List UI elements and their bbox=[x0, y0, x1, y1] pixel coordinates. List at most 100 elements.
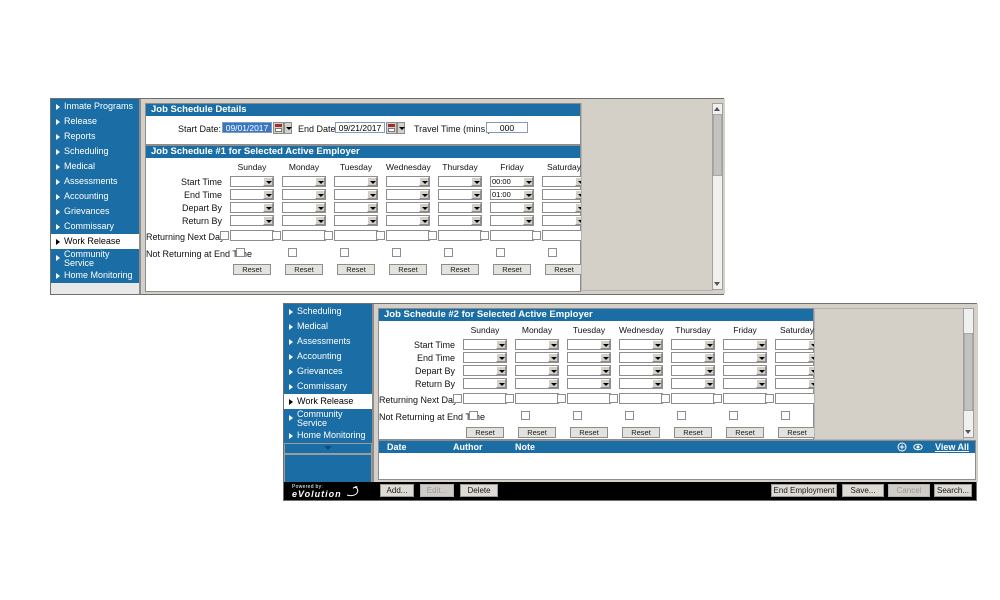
chevron-down-icon[interactable] bbox=[600, 379, 610, 388]
vertical-scrollbar-bottom[interactable] bbox=[963, 308, 974, 438]
sched2-return-by-saturday[interactable] bbox=[775, 378, 819, 389]
sched2-end-time-tuesday[interactable] bbox=[567, 352, 611, 363]
chevron-down-icon[interactable] bbox=[523, 190, 533, 199]
start-date-calendar-icon[interactable] bbox=[273, 122, 284, 134]
sched2-returning-next-day-checkbox-sunday[interactable] bbox=[453, 394, 462, 403]
sched1-end-time-thursday[interactable] bbox=[438, 189, 482, 200]
sched2-start-time-sunday[interactable] bbox=[463, 339, 507, 350]
sched2-reset-button-sunday[interactable]: Reset bbox=[466, 427, 504, 438]
sched2-returning-next-day-input-wednesday[interactable] bbox=[619, 393, 663, 404]
sched1-depart-by-thursday[interactable] bbox=[438, 202, 482, 213]
chevron-down-icon[interactable] bbox=[367, 190, 377, 199]
sched2-not-returning-checkbox-wednesday[interactable] bbox=[625, 411, 634, 420]
chevron-down-icon[interactable] bbox=[419, 203, 429, 212]
start-date-dropdown-icon[interactable] bbox=[284, 122, 292, 134]
sched2-start-time-wednesday[interactable] bbox=[619, 339, 663, 350]
chevron-down-icon[interactable] bbox=[756, 340, 766, 349]
sched1-returning-next-day-checkbox-sunday[interactable] bbox=[220, 231, 229, 240]
chevron-down-icon[interactable] bbox=[756, 366, 766, 375]
sched2-depart-by-thursday[interactable] bbox=[671, 365, 715, 376]
end-date-dropdown-icon[interactable] bbox=[397, 122, 405, 134]
sidebar-item-work-release[interactable]: Work Release bbox=[284, 394, 372, 409]
sched1-start-time-tuesday[interactable] bbox=[334, 176, 378, 187]
sched1-return-by-saturday[interactable] bbox=[542, 215, 586, 226]
sched2-returning-next-day-checkbox-thursday[interactable] bbox=[661, 394, 670, 403]
sched1-end-time-saturday[interactable] bbox=[542, 189, 586, 200]
sched2-reset-button-monday[interactable]: Reset bbox=[518, 427, 556, 438]
sched2-reset-button-wednesday[interactable]: Reset bbox=[622, 427, 660, 438]
sched2-start-time-thursday[interactable] bbox=[671, 339, 715, 350]
sched1-start-time-monday[interactable] bbox=[282, 176, 326, 187]
sched1-returning-next-day-input-sunday[interactable] bbox=[230, 230, 274, 241]
sched1-reset-button-wednesday[interactable]: Reset bbox=[389, 264, 427, 275]
chevron-down-icon[interactable] bbox=[548, 379, 558, 388]
sched1-end-time-tuesday[interactable] bbox=[334, 189, 378, 200]
sidebar-item-release[interactable]: Release bbox=[51, 114, 139, 129]
sched1-reset-button-thursday[interactable]: Reset bbox=[441, 264, 479, 275]
sched1-reset-button-saturday[interactable]: Reset bbox=[545, 264, 583, 275]
sched1-depart-by-friday[interactable] bbox=[490, 202, 534, 213]
sched2-returning-next-day-checkbox-monday[interactable] bbox=[505, 394, 514, 403]
sched1-end-time-friday[interactable]: 01:00 bbox=[490, 189, 534, 200]
sched2-end-time-saturday[interactable] bbox=[775, 352, 819, 363]
sched1-returning-next-day-checkbox-wednesday[interactable] bbox=[376, 231, 385, 240]
end-date-input[interactable]: 09/21/2017 bbox=[335, 122, 385, 133]
sched2-returning-next-day-input-thursday[interactable] bbox=[671, 393, 715, 404]
sched1-not-returning-checkbox-sunday[interactable] bbox=[236, 248, 245, 257]
sched2-reset-button-thursday[interactable]: Reset bbox=[674, 427, 712, 438]
sidebar-item-work-release[interactable]: Work Release bbox=[51, 234, 139, 249]
sidebar-scroll-down[interactable] bbox=[284, 443, 372, 454]
scroll-down-arrow-top[interactable] bbox=[713, 280, 722, 289]
column-header-note[interactable]: Note bbox=[515, 441, 535, 453]
sched2-reset-button-saturday[interactable]: Reset bbox=[778, 427, 816, 438]
chevron-down-icon[interactable] bbox=[548, 366, 558, 375]
sched1-returning-next-day-checkbox-monday[interactable] bbox=[272, 231, 281, 240]
sched1-end-time-wednesday[interactable] bbox=[386, 189, 430, 200]
sidebar-nav-top[interactable]: Inmate Programs Release Reports Scheduling M… bbox=[51, 99, 139, 283]
chevron-down-icon[interactable] bbox=[600, 366, 610, 375]
chevron-down-icon[interactable] bbox=[652, 353, 662, 362]
chevron-down-icon[interactable] bbox=[523, 177, 533, 186]
sidebar-item-scheduling[interactable]: Scheduling bbox=[51, 144, 139, 159]
sidebar-item-medical[interactable]: Medical bbox=[284, 319, 372, 334]
view-all-link[interactable]: View All bbox=[935, 441, 969, 453]
column-header-date[interactable]: Date bbox=[387, 441, 407, 453]
sched2-returning-next-day-input-sunday[interactable] bbox=[463, 393, 507, 404]
sched1-returning-next-day-input-monday[interactable] bbox=[282, 230, 326, 241]
sched2-depart-by-sunday[interactable] bbox=[463, 365, 507, 376]
sched2-end-time-wednesday[interactable] bbox=[619, 352, 663, 363]
chevron-down-icon[interactable] bbox=[315, 190, 325, 199]
sched2-not-returning-checkbox-thursday[interactable] bbox=[677, 411, 686, 420]
chevron-down-icon[interactable] bbox=[263, 203, 273, 212]
sched1-returning-next-day-input-wednesday[interactable] bbox=[386, 230, 430, 241]
sched2-returning-next-day-checkbox-saturday[interactable] bbox=[765, 394, 774, 403]
sched2-end-time-friday[interactable] bbox=[723, 352, 767, 363]
sched2-depart-by-saturday[interactable] bbox=[775, 365, 819, 376]
sched1-start-time-wednesday[interactable] bbox=[386, 176, 430, 187]
notes-grid-body[interactable] bbox=[379, 453, 975, 477]
chevron-down-icon[interactable] bbox=[496, 340, 506, 349]
sched2-depart-by-tuesday[interactable] bbox=[567, 365, 611, 376]
sched1-returning-next-day-input-friday[interactable] bbox=[490, 230, 534, 241]
sched1-end-time-monday[interactable] bbox=[282, 189, 326, 200]
plus-circle-icon[interactable] bbox=[897, 442, 907, 452]
sched2-depart-by-wednesday[interactable] bbox=[619, 365, 663, 376]
chevron-down-icon[interactable] bbox=[315, 216, 325, 225]
sched1-not-returning-checkbox-saturday[interactable] bbox=[548, 248, 557, 257]
sched2-start-time-tuesday[interactable] bbox=[567, 339, 611, 350]
sched1-returning-next-day-checkbox-saturday[interactable] bbox=[532, 231, 541, 240]
sched2-returning-next-day-input-monday[interactable] bbox=[515, 393, 559, 404]
sched1-depart-by-sunday[interactable] bbox=[230, 202, 274, 213]
sched1-not-returning-checkbox-wednesday[interactable] bbox=[392, 248, 401, 257]
sched1-depart-by-tuesday[interactable] bbox=[334, 202, 378, 213]
chevron-down-icon[interactable] bbox=[704, 340, 714, 349]
chevron-down-icon[interactable] bbox=[548, 340, 558, 349]
scroll-up-arrow-top[interactable] bbox=[713, 104, 722, 113]
sched2-depart-by-friday[interactable] bbox=[723, 365, 767, 376]
sched1-return-by-friday[interactable] bbox=[490, 215, 534, 226]
sched1-not-returning-checkbox-thursday[interactable] bbox=[444, 248, 453, 257]
chevron-down-icon[interactable] bbox=[523, 203, 533, 212]
sched2-return-by-friday[interactable] bbox=[723, 378, 767, 389]
scrollbar-thumb-bottom[interactable] bbox=[964, 333, 973, 411]
sched1-not-returning-checkbox-monday[interactable] bbox=[288, 248, 297, 257]
